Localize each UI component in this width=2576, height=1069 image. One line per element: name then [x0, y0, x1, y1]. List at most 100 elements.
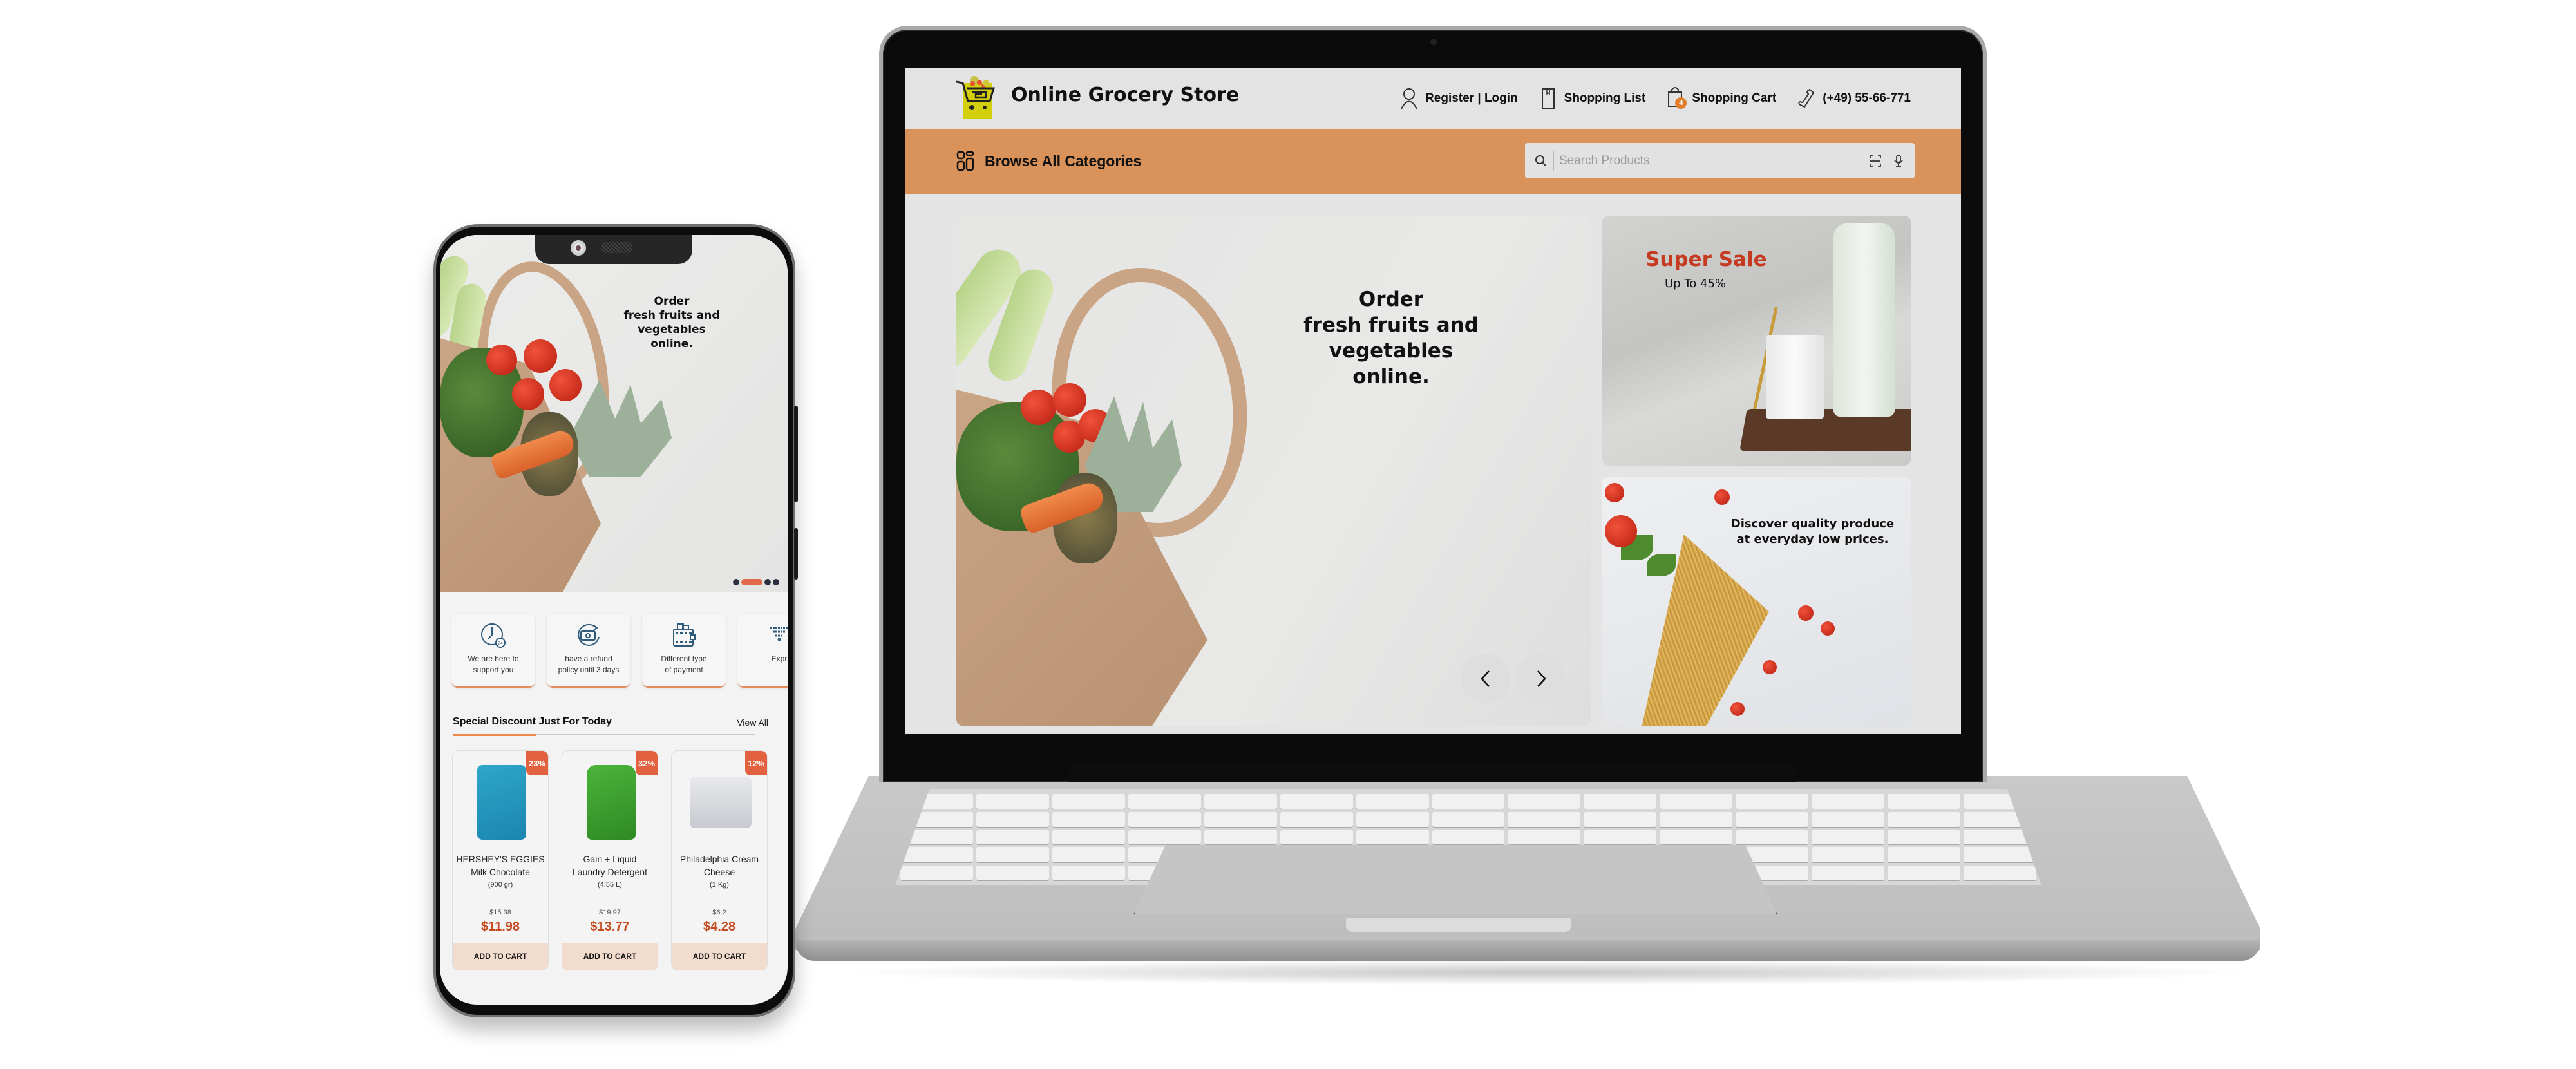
express-delivery-icon [770, 627, 788, 641]
tomato-image [1798, 605, 1814, 621]
carousel-dot[interactable] [733, 579, 739, 585]
microphone-icon [1894, 154, 1903, 167]
keyboard-key [1356, 829, 1429, 845]
search-input[interactable] [1559, 153, 1859, 168]
keyboard-key [1888, 794, 1961, 809]
keyboard-key [1128, 811, 1201, 827]
add-to-cart-button[interactable]: ADD TO CART [672, 943, 767, 970]
cart-icon-wrap: 4 [1666, 86, 1687, 111]
laptop-camera [1430, 39, 1437, 45]
discount-badge: 32% [636, 751, 658, 775]
add-to-cart-button[interactable]: ADD TO CART [453, 943, 548, 970]
product-name-line: Cheese [703, 867, 735, 877]
product-card[interactable]: 32% Gain + Liquid Laundry Detergent (4.5… [562, 750, 658, 970]
svg-text:24: 24 [498, 641, 503, 646]
feature-card-refund[interactable]: have a refund policy until 3 days [547, 614, 630, 688]
keyboard-key [1356, 794, 1429, 809]
promo-super-sale[interactable]: Super Sale Up To 45% [1602, 216, 1911, 466]
view-all-link[interactable]: View All [737, 717, 768, 728]
hero-line-1: Order [1358, 288, 1424, 311]
add-to-cart-button[interactable]: ADD TO CART [562, 943, 658, 970]
barcode-scan-icon [1870, 155, 1881, 167]
super-sale-subtitle: Up To 45% [1665, 277, 1727, 290]
hero-next-button[interactable] [1516, 654, 1566, 703]
voice-search-button[interactable] [1891, 154, 1906, 168]
product-size: (4.55 L) [598, 881, 622, 889]
keyboard-key [1280, 811, 1353, 827]
keyboard-key [1052, 866, 1125, 880]
discount-badge: 12% [745, 751, 767, 775]
shopping-cart-link[interactable]: 4 Shopping Cart [1666, 86, 1776, 111]
shopping-list-link[interactable]: Shopping List [1539, 88, 1646, 109]
search-icon[interactable] [1534, 154, 1548, 168]
store-logo[interactable] [956, 74, 998, 119]
hero-line-2: fresh fruits and vegetables [1303, 314, 1479, 363]
keyboard-key [976, 811, 1049, 827]
keyboard-key [1432, 794, 1505, 809]
keyboard-key [1812, 866, 1885, 880]
promo-quality-produce[interactable]: Discover quality produce at everyday low… [1602, 477, 1911, 726]
phone-hero-banner: Order fresh fruits and vegetables online… [440, 235, 788, 592]
product-name: HERSHEY'S EGGIES Milk Chocolate [453, 853, 548, 878]
keyboard-key [1888, 866, 1961, 880]
old-price: $19.97 [599, 909, 621, 916]
keyboard-key [1432, 811, 1505, 827]
scan-button[interactable] [1868, 154, 1882, 168]
super-sale-title: Super Sale [1645, 248, 1767, 271]
chevron-left-icon [1480, 670, 1490, 687]
carousel-dot[interactable] [764, 579, 771, 585]
keyboard-key [1356, 811, 1429, 827]
new-price: $11.98 [480, 920, 520, 934]
tomato-image [1605, 483, 1624, 502]
old-price: $6.2 [712, 909, 726, 916]
tomato-image [549, 369, 582, 401]
site-title[interactable]: Online Grocery Store [1011, 84, 1239, 106]
carousel-dot[interactable] [773, 579, 779, 585]
hero-line-3: online. [1352, 365, 1430, 388]
browse-categories-button[interactable]: Browse All Categories [956, 151, 1141, 171]
feature-card-express[interactable]: Expr [737, 614, 788, 688]
hero-banner: Order fresh fruits and vegetables online… [956, 216, 1591, 726]
quality-produce-line-1: Discover quality produce [1730, 517, 1895, 531]
register-login-link[interactable]: Register | Login [1399, 88, 1518, 109]
keyboard-key [1888, 811, 1961, 827]
section-underline [453, 734, 755, 736]
carousel-dot[interactable] [741, 579, 762, 585]
product-card[interactable]: 23% HERSHEY'S EGGIES Milk Chocolate (900… [452, 750, 549, 970]
feature-text: Different type of payment [645, 654, 723, 676]
keyboard-key [1660, 811, 1733, 827]
front-camera [571, 240, 586, 256]
phone-hero-line-1: Order [654, 295, 690, 308]
tomato-image [1763, 660, 1777, 674]
keyboard-key [1736, 811, 1809, 827]
feature-card-support[interactable]: 24 We are here to support you [451, 614, 535, 688]
keyboard-key [976, 829, 1049, 845]
tomato-image [512, 378, 544, 410]
keyboard-key [1508, 829, 1581, 845]
product-list: 23% HERSHEY'S EGGIES Milk Chocolate (900… [452, 750, 768, 970]
feature-card-payment[interactable]: Different type of payment [642, 614, 726, 688]
product-card[interactable]: 12% Philadelphia Cream Cheese (1 Kg) $6.… [671, 750, 768, 970]
keyboard-key [976, 866, 1049, 880]
feature-line: We are here to [468, 654, 519, 663]
new-price: $4.28 [703, 920, 736, 934]
keyboard-key [1508, 794, 1581, 809]
feature-line: have a refund [565, 654, 612, 663]
keyboard-key [1204, 794, 1277, 809]
keyboard-key [1964, 847, 2036, 863]
keyboard-key [1736, 829, 1809, 845]
discount-badge: 23% [526, 751, 548, 775]
phone-contact-link[interactable]: (+49) 55-66-771 [1797, 88, 1911, 109]
feature-cards: 24 We are here to support you have a ref… [451, 614, 788, 688]
hero-prev-button[interactable] [1461, 654, 1510, 703]
site-header: Online Grocery Store Register | Login Sh… [905, 68, 1961, 129]
phone-hero-line-3: online. [650, 337, 693, 350]
keyboard-key [1508, 811, 1581, 827]
laptop-trackpad [1133, 845, 1777, 914]
keyboard-key [976, 794, 1049, 809]
keyboard-key [1812, 847, 1885, 863]
shopping-list-label: Shopping List [1564, 91, 1646, 105]
milk-glass-image [1766, 335, 1824, 419]
laptop-hinge [1069, 763, 1797, 782]
category-bar: Browse All Categories [905, 129, 1961, 194]
